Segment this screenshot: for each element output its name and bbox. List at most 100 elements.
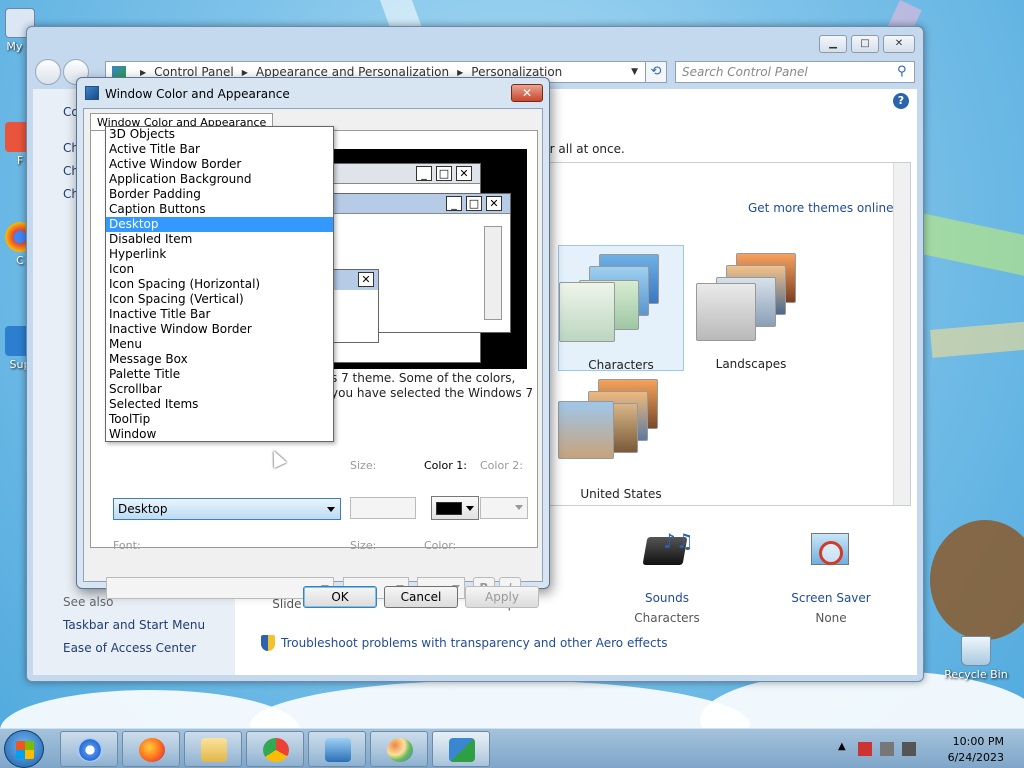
color2-picker[interactable] [480,497,528,519]
taskbar-start-menu-link[interactable]: Taskbar and Start Menu [63,618,205,632]
show-hidden-icons-icon[interactable]: ▲ [838,741,852,755]
screen-saver-item[interactable]: Screen Saver None [771,529,891,625]
cancel-button[interactable]: Cancel [384,586,458,608]
search-icon: ⚲ [897,64,907,79]
color2-label: Color 2: [480,459,523,472]
get-more-themes-link[interactable]: Get more themes online [748,201,894,215]
sounds-item[interactable]: ♪♫ Sounds Characters [607,529,727,625]
dropdown-option[interactable]: Icon Spacing (Vertical) [106,292,333,307]
themes-scrollbar[interactable] [893,163,910,505]
sounds-icon: ♪♫ [607,529,727,579]
recycle-bin-icon [961,636,991,666]
taskbar-control-panel[interactable] [308,731,366,767]
window-color-icon [449,738,475,762]
font-size-label: Size: [350,539,377,552]
theme-united-states[interactable]: United States [558,375,684,501]
chevron-down-icon [327,507,335,512]
dropdown-option[interactable]: Menu [106,337,333,352]
dropdown-option[interactable]: Caption Buttons [106,202,333,217]
action-center-icon[interactable] [858,742,872,756]
taskbar-chrome[interactable] [246,731,304,767]
dropdown-option[interactable]: Icon [106,262,333,277]
troubleshoot-link[interactable]: Troubleshoot problems with transparency … [261,635,668,651]
theme-landscapes[interactable]: Landscapes [688,245,814,371]
maximize-button[interactable]: □ [851,35,879,53]
close-button[interactable]: ✕ [883,35,915,53]
clock-time[interactable]: 10:00 PM [953,735,1004,748]
dropdown-option[interactable]: Message Box [106,352,333,367]
dialog-icon [85,86,99,100]
minimize-button[interactable]: ▁ [819,35,847,53]
breadcrumb-chevron-icon: ▶ [457,67,464,77]
dropdown-option[interactable]: Inactive Window Border [106,322,333,337]
taskbar-chromium[interactable] [60,731,118,767]
appearance-preview: _ □ ✕ _ □ ✕ ✕ [331,149,527,369]
chrome-icon [263,738,289,762]
apply-button[interactable]: Apply [465,586,539,608]
shield-icon [261,635,275,651]
preview-close-icon: ✕ [456,166,472,181]
size-label: Size: [350,459,377,472]
dropdown-option[interactable]: Border Padding [106,187,333,202]
screen-saver-icon [771,529,891,579]
folder-icon [201,738,227,762]
dropdown-option[interactable]: Disabled Item [106,232,333,247]
chevron-down-icon [515,505,523,510]
help-icon[interactable]: ? [893,93,909,109]
windows-logo-icon [16,741,34,759]
taskbar: ▲ 10:00 PM 6/24/2023 [0,728,1024,768]
network-icon[interactable] [880,742,894,756]
refresh-button[interactable]: ⟲ [645,61,667,83]
ok-button[interactable]: OK [303,586,377,608]
dropdown-option[interactable]: Desktop [106,217,333,232]
dropdown-option[interactable]: Window [106,427,333,442]
back-button[interactable] [35,59,61,85]
theme-characters[interactable]: Characters [558,245,684,372]
control-panel-icon [325,738,351,762]
paint-icon [387,738,413,762]
preview-maximize-icon: □ [436,166,452,181]
taskbar-file-explorer[interactable] [184,731,242,767]
color1-swatch [436,502,462,515]
search-input[interactable]: Search Control Panel [675,61,915,83]
ease-of-access-link[interactable]: Ease of Access Center [63,641,196,655]
preview-minimize-icon: _ [446,196,462,211]
address-dropdown-icon[interactable]: ▼ [631,67,638,77]
dropdown-option[interactable]: Active Title Bar [106,142,333,157]
item-dropdown[interactable]: Desktop [113,498,341,520]
chevron-down-icon [466,506,474,511]
item-size-stepper[interactable] [350,497,416,519]
dropdown-option[interactable]: Selected Items [106,397,333,412]
color1-picker[interactable] [431,496,479,520]
dialog-title: Window Color and Appearance [105,87,290,101]
dropdown-option[interactable]: ToolTip [106,412,333,427]
dropdown-option[interactable]: Hyperlink [106,247,333,262]
dropdown-option[interactable]: Palette Title [106,367,333,382]
dropdown-option[interactable]: 3D Objects [106,127,333,142]
font-label: Font: [113,539,141,552]
preview-scrollbar [484,226,502,320]
start-button[interactable] [4,730,44,768]
breadcrumb-chevron-icon: ▶ [140,67,147,77]
dropdown-option[interactable]: Inactive Title Bar [106,307,333,322]
font-dropdown[interactable] [106,577,334,599]
system-tray: ▲ 10:00 PM 6/24/2023 [834,729,1024,768]
firefox-icon [139,738,165,762]
desktop-icon-recycle-bin[interactable]: Recycle Bin [944,636,1008,681]
dropdown-option[interactable]: Active Window Border [106,157,333,172]
taskbar-firefox[interactable] [122,731,180,767]
preview-maximize-icon: □ [466,196,482,211]
dropdown-option[interactable]: Application Background [106,172,333,187]
taskbar-window-color[interactable] [432,731,490,767]
preview-close-icon: ✕ [486,196,502,211]
control-panel-titlebar[interactable]: ▁ □ ✕ [27,27,923,61]
dialog-close-button[interactable]: ✕ [511,84,543,102]
item-dropdown-list: 3D Objects Active Title Bar Active Window … [105,126,334,442]
dialog-info-line-1: s 7 theme. Some of the colors, [331,371,516,385]
volume-muted-icon[interactable] [902,742,916,756]
dropdown-option[interactable]: Scrollbar [106,382,333,397]
taskbar-paint[interactable] [370,731,428,767]
dropdown-option[interactable]: Icon Spacing (Horizontal) [106,277,333,292]
font-color-label: Color: [424,539,457,552]
clock-date[interactable]: 6/24/2023 [948,751,1004,764]
